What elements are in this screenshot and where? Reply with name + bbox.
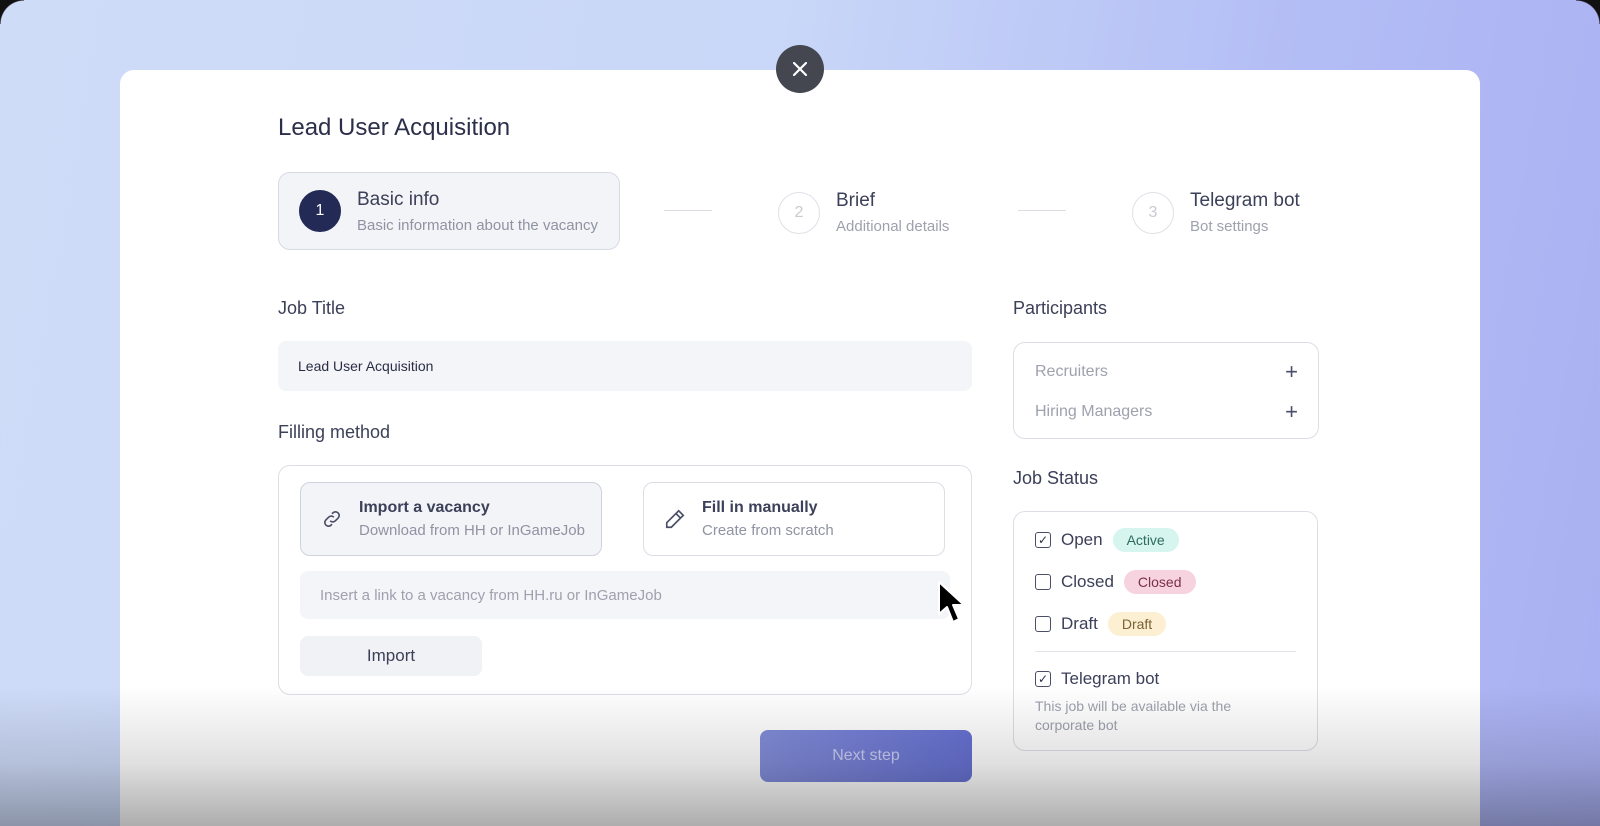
status-badge: Active [1112,528,1179,552]
checkbox-checked-icon[interactable]: ✓ [1035,532,1051,548]
checkbox-checked-icon[interactable]: ✓ [1035,671,1051,687]
step-subtitle: Additional details [836,218,950,235]
close-button[interactable] [776,45,824,93]
recruiters-row[interactable]: Recruiters + [1035,361,1298,383]
participants-panel: Recruiters + Hiring Managers + [1013,342,1319,439]
participants-label: Participants [1013,298,1108,318]
option-title: Import a vacancy [359,499,490,516]
status-name: Closed [1061,572,1114,591]
import-button[interactable]: Import [300,636,482,676]
frame-corner [0,0,24,24]
step-number: 2 [778,191,820,234]
step-number: 1 [299,190,341,232]
checkbox-icon[interactable] [1035,616,1051,632]
filling-method-panel: Import a vacancy Download from HH or InG… [278,465,972,695]
mouse-cursor-icon [938,581,965,623]
job-title-value: Lead User Acquisition [298,358,434,374]
telegram-bot-row[interactable]: ✓ Telegram bot [1035,669,1159,689]
checkbox-icon[interactable] [1035,574,1051,590]
frame-corner [1576,0,1600,24]
step-connector [664,210,712,211]
plus-icon[interactable]: + [1285,401,1298,423]
status-open-row[interactable]: ✓ Open Active [1035,528,1179,552]
vacancy-link-placeholder: Insert a link to a vacancy from HH.ru or… [320,586,662,604]
step-subtitle: Basic information about the vacancy [357,216,598,234]
status-badge: Closed [1123,570,1196,594]
status-closed-row[interactable]: Closed Closed [1035,570,1196,594]
import-vacancy-option[interactable]: Import a vacancy Download from HH or InG… [300,482,602,556]
option-subtitle: Create from scratch [702,522,834,539]
telegram-bot-description: This job will be available via the corpo… [1035,698,1232,733]
divider [1035,651,1296,652]
step-title: Basic info [357,188,440,210]
job-title-input[interactable]: Lead User Acquisition [278,341,972,391]
hiring-managers-label: Hiring Managers [1035,403,1153,420]
status-name: Draft [1061,614,1098,633]
step-basic-info[interactable]: 1 Basic info Basic information about the… [278,172,620,250]
next-step-button[interactable]: Next step [760,730,972,782]
step-title: Telegram bot [1190,190,1300,211]
option-title: Fill in manually [702,499,818,516]
step-telegram-bot[interactable]: 3 Telegram bot Bot settings [1132,190,1300,235]
job-status-panel: ✓ Open Active Closed Closed Draft Draft … [1013,511,1318,751]
status-name: Open [1061,530,1103,549]
page-title: Lead User Acquisition [278,114,511,141]
close-icon [792,61,808,77]
step-connector [1018,210,1066,211]
step-brief[interactable]: 2 Brief Additional details [778,190,949,235]
plus-icon[interactable]: + [1285,361,1298,383]
step-subtitle: Bot settings [1190,218,1269,235]
link-icon [324,511,340,527]
pencil-icon [665,509,685,529]
status-badge: Draft [1107,612,1167,636]
recruiters-label: Recruiters [1035,363,1108,380]
vacancy-modal: Lead User Acquisition 1 Basic info Basic… [120,70,1480,826]
step-number: 3 [1132,191,1174,234]
vacancy-link-input[interactable]: Insert a link to a vacancy from HH.ru or… [300,571,950,619]
telegram-bot-label: Telegram bot [1061,669,1160,688]
filling-method-label: Filling method [278,422,391,442]
status-draft-row[interactable]: Draft Draft [1035,612,1167,636]
job-title-label: Job Title [278,298,346,318]
step-title: Brief [836,190,876,211]
fill-manually-option[interactable]: Fill in manually Create from scratch [643,482,945,556]
job-status-label: Job Status [1013,468,1099,488]
option-subtitle: Download from HH or InGameJob [359,522,585,539]
hiring-managers-row[interactable]: Hiring Managers + [1035,401,1298,423]
